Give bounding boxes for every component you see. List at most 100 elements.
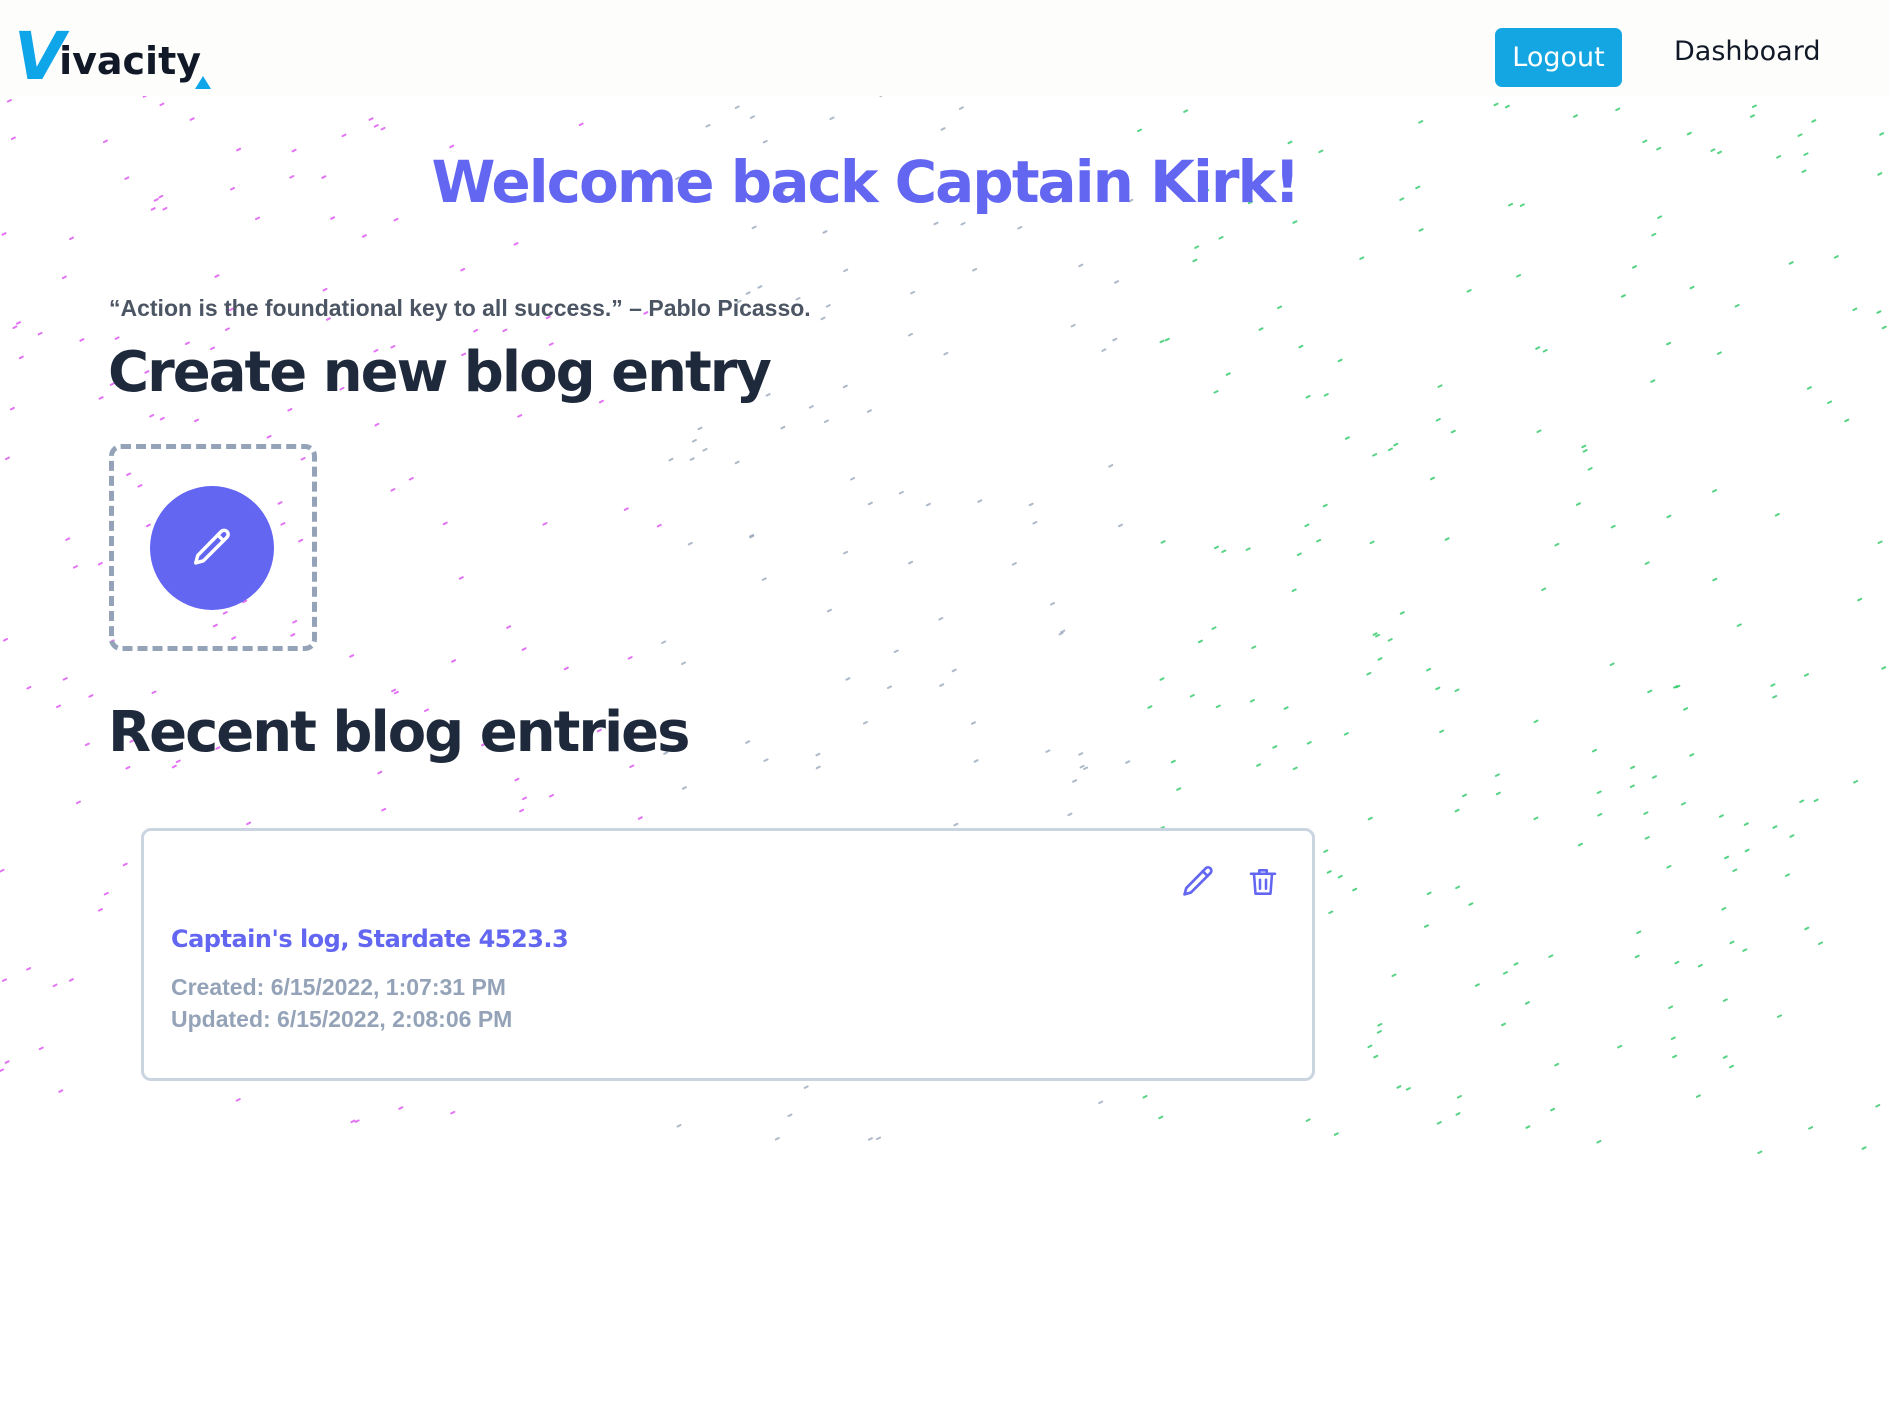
- confetti-dash: [449, 144, 455, 149]
- confetti-dash: [235, 1098, 241, 1102]
- confetti-dash: [1548, 954, 1554, 958]
- confetti-dash: [1367, 816, 1373, 821]
- logo-triangle-icon: [195, 76, 212, 89]
- confetti-dash: [1772, 695, 1778, 699]
- confetti-dash: [1083, 766, 1089, 770]
- confetti-dash: [1722, 998, 1728, 1002]
- confetti-dash: [1359, 256, 1365, 260]
- confetti-dash: [390, 488, 396, 492]
- confetti-dash: [373, 124, 379, 128]
- confetti-dash: [1197, 639, 1203, 644]
- confetti-dash: [1296, 552, 1302, 556]
- confetti-dash: [1396, 1085, 1402, 1089]
- confetti-dash: [1142, 1095, 1148, 1099]
- confetti-dash: [1375, 633, 1381, 638]
- confetti-dash: [377, 770, 383, 775]
- confetti-dash: [149, 414, 155, 418]
- blog-entry-card: Captain's log, Stardate 4523.3 Created: …: [141, 828, 1315, 1081]
- confetti-dash: [473, 328, 479, 333]
- confetti-dash: [26, 967, 32, 971]
- blog-entry-title[interactable]: Captain's log, Stardate 4523.3: [171, 925, 569, 953]
- confetti-dash: [0, 868, 5, 873]
- logout-button[interactable]: Logout: [1495, 28, 1622, 87]
- confetti-dash: [749, 115, 755, 119]
- confetti-dash: [1256, 763, 1262, 767]
- top-navbar: V ivacity Logout Dashboard: [0, 0, 1890, 96]
- confetti-dash: [697, 426, 703, 431]
- confetti-dash: [842, 384, 848, 389]
- confetti-dash: [1554, 1062, 1560, 1067]
- confetti-dash: [1323, 393, 1329, 397]
- confetti-dash: [1, 232, 7, 236]
- confetti-dash: [1287, 140, 1293, 145]
- confetti-dash: [1183, 109, 1189, 113]
- confetti-dash: [563, 666, 569, 671]
- confetti-dash: [1474, 983, 1480, 987]
- confetti-dash: [1716, 351, 1722, 355]
- confetti-dash: [1108, 464, 1114, 468]
- create-entry-dropzone[interactable]: [109, 444, 317, 651]
- confetti-dash: [1377, 1023, 1383, 1027]
- confetti-dash: [122, 862, 128, 867]
- confetti-dash: [1550, 1107, 1556, 1112]
- confetti-dash: [1439, 729, 1445, 734]
- confetti-dash: [1101, 348, 1107, 352]
- confetti-dash: [12, 325, 18, 329]
- confetti-dash: [1430, 476, 1435, 481]
- confetti-dash: [1844, 418, 1850, 423]
- edit-entry-button[interactable]: [1177, 861, 1219, 903]
- confetti-dash: [1436, 1121, 1442, 1125]
- confetti-dash: [1437, 384, 1443, 388]
- confetti-dash: [1304, 523, 1310, 528]
- confetti-dash: [1879, 132, 1885, 136]
- confetti-dash: [1098, 1100, 1104, 1105]
- confetti-dash: [65, 537, 71, 541]
- confetti-dash: [1114, 280, 1120, 284]
- confetti-dash: [368, 117, 374, 121]
- confetti-dash: [774, 1137, 780, 1141]
- confetti-dash: [761, 577, 767, 581]
- confetti-dash: [1164, 337, 1170, 342]
- confetti-dash: [1456, 1095, 1462, 1099]
- pencil-icon: [193, 528, 230, 565]
- confetti-dash: [1788, 261, 1794, 265]
- confetti-dash: [1875, 1104, 1881, 1108]
- confetti-dash: [381, 807, 387, 812]
- confetti-dash: [1418, 228, 1424, 232]
- dashboard-link[interactable]: Dashboard: [1674, 36, 1820, 67]
- delete-entry-button[interactable]: [1242, 861, 1284, 903]
- confetti-dash: [1078, 263, 1084, 268]
- confetti-dash: [450, 1110, 456, 1115]
- confetti-dash: [1535, 346, 1541, 350]
- confetti-dash: [408, 477, 414, 481]
- confetti-dash: [502, 328, 508, 333]
- confetti-dash: [442, 521, 448, 526]
- confetti-dash: [393, 690, 399, 695]
- confetti-dash: [1647, 689, 1653, 694]
- vivacity-logo[interactable]: V ivacity: [14, 22, 212, 90]
- confetti-dash: [925, 502, 931, 507]
- confetti-dash: [1670, 1036, 1676, 1040]
- confetti-dash: [1017, 226, 1023, 230]
- confetti-dash: [1249, 699, 1255, 703]
- confetti-dash: [1808, 1126, 1814, 1130]
- confetti-dash: [350, 1119, 356, 1124]
- confetti-dash: [1225, 372, 1231, 376]
- confetti-dash: [9, 406, 15, 411]
- confetti-dash: [1592, 748, 1597, 753]
- confetti-dash: [1211, 626, 1217, 630]
- confetti-dash: [867, 1137, 873, 1141]
- confetti-dash: [1393, 442, 1399, 447]
- confetti-dash: [1651, 232, 1657, 237]
- create-entry-button[interactable]: [150, 486, 274, 610]
- confetti-dash: [4, 1060, 10, 1064]
- confetti-dash: [1218, 236, 1224, 240]
- confetti-dash: [898, 490, 904, 495]
- confetti-dash: [1689, 285, 1695, 290]
- confetti-dash: [1877, 540, 1883, 544]
- confetti-dash: [1367, 1044, 1373, 1049]
- confetti-dash: [1596, 790, 1602, 794]
- confetti-dash: [940, 127, 946, 131]
- confetti-dash: [1757, 1150, 1763, 1154]
- confetti-dash: [1160, 540, 1166, 544]
